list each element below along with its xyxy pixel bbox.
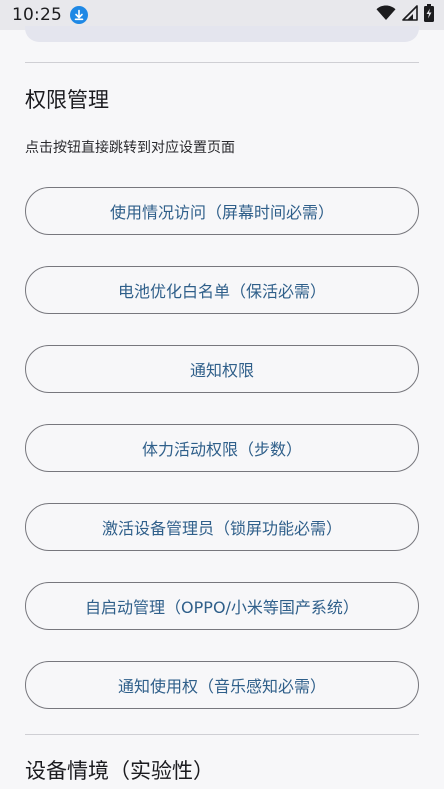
battery-whitelist-button[interactable]: 电池优化白名单（保活必需） — [25, 266, 419, 314]
download-icon — [70, 6, 88, 24]
section-divider-top — [25, 62, 419, 63]
signal-icon — [402, 5, 418, 25]
notification-listener-button[interactable]: 通知使用权（音乐感知必需） — [25, 661, 419, 709]
permissions-title: 权限管理 — [25, 88, 109, 112]
usage-access-button[interactable]: 使用情况访问（屏幕时间必需） — [25, 187, 419, 235]
permissions-description: 点击按钮直接跳转到对应设置页面 — [25, 140, 235, 156]
status-time: 10:25 — [12, 5, 62, 25]
activity-permission-button[interactable]: 体力活动权限（步数） — [25, 424, 419, 472]
device-context-title: 设备情境（实验性） — [25, 759, 214, 783]
top-card-edge — [25, 26, 419, 42]
wifi-icon — [376, 5, 396, 25]
status-icons — [376, 4, 434, 26]
device-admin-button[interactable]: 激活设备管理员（锁屏功能必需） — [25, 503, 419, 551]
section-divider-bottom — [25, 734, 419, 735]
app-screen: 10:25 权限管理 点击按钮直接跳转到对应设置页面 使用情况访问（屏幕时间必需… — [0, 0, 444, 789]
autostart-button[interactable]: 自启动管理（OPPO/小米等国产系统） — [25, 582, 419, 630]
battery-charging-icon — [424, 4, 434, 26]
notification-permission-button[interactable]: 通知权限 — [25, 345, 419, 393]
